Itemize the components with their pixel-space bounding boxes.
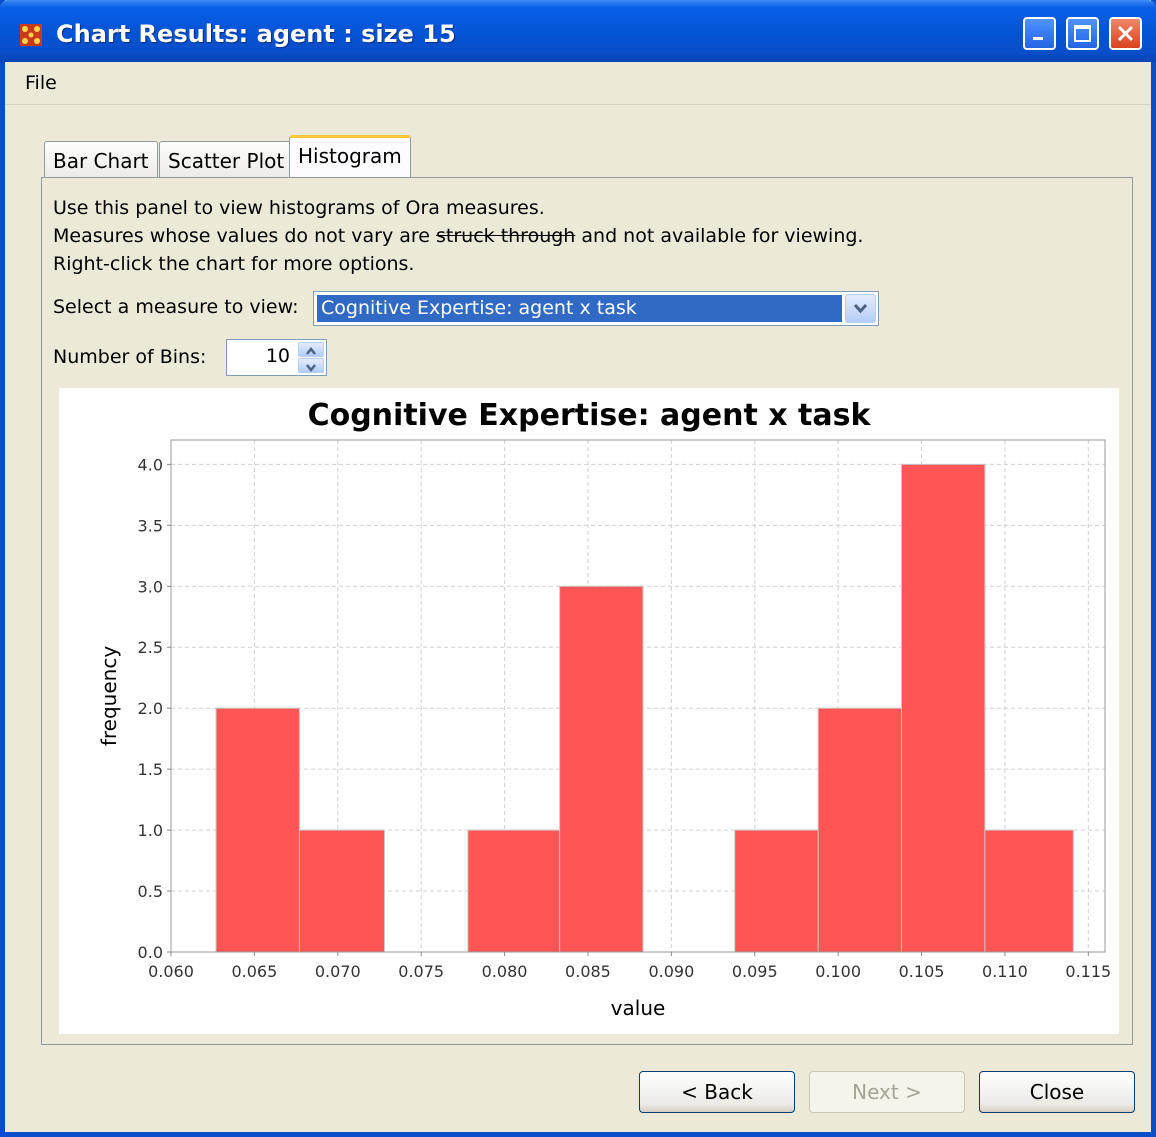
histogram-bar (467, 829, 561, 953)
histogram-bar (734, 829, 819, 953)
desc-line2-pre: Measures whose values do not vary are (53, 225, 436, 247)
y-tick-label: 3.5 (138, 516, 163, 535)
struck-through-example: struck through (436, 225, 576, 247)
x-tick-label: 0.065 (231, 962, 277, 981)
chevron-down-icon (306, 364, 316, 373)
histogram-bar (559, 585, 644, 953)
x-tick-label: 0.075 (398, 962, 444, 981)
histogram-bar (984, 829, 1074, 953)
y-tick-label: 2.5 (138, 638, 163, 657)
x-tick-label: 0.080 (482, 962, 528, 981)
chevron-up-icon (306, 346, 316, 355)
menu-file[interactable]: File (25, 72, 57, 94)
chevron-down-icon (853, 303, 868, 314)
bins-value: 10 (265, 345, 290, 367)
y-tick-label: 1.0 (138, 821, 163, 840)
x-tick-label: 0.100 (815, 962, 861, 981)
histogram-bar (817, 707, 903, 953)
histogram-bar (298, 829, 385, 953)
measure-select[interactable]: Cognitive Expertise: agent x task (313, 291, 879, 326)
minimize-icon (1033, 37, 1043, 40)
x-axis-label: value (611, 996, 666, 1020)
panel-description-line3: Right-click the chart for more options. (53, 253, 415, 275)
maximize-button[interactable] (1066, 17, 1099, 50)
x-tick-label: 0.060 (148, 962, 194, 981)
minimize-button[interactable] (1023, 17, 1056, 50)
y-tick-label: 2.0 (138, 699, 163, 718)
tab-scatter-plot[interactable]: Scatter Plot (159, 141, 294, 177)
x-tick-label: 0.085 (565, 962, 611, 981)
y-axis-label: frequency (97, 646, 121, 746)
tab-bar-chart[interactable]: Bar Chart (44, 141, 158, 177)
x-tick-label: 0.110 (982, 962, 1028, 981)
histogram-svg: Cognitive Expertise: agent x task 0.0 0.5… (97, 398, 1111, 1020)
window-title: Chart Results: agent : size 15 (56, 20, 456, 48)
title-bar[interactable]: Chart Results: agent : size 15 (0, 0, 1156, 62)
histogram-chart[interactable]: Cognitive Expertise: agent x task 0.0 0.5… (59, 388, 1119, 1034)
panel-description-line2: Measures whose values do not vary are st… (53, 225, 863, 247)
close-button[interactable]: Close (979, 1071, 1135, 1113)
maximize-icon (1074, 25, 1091, 42)
y-tick-label: 4.0 (138, 455, 163, 474)
x-tick-label: 0.070 (315, 962, 361, 981)
y-tick-label: 3.0 (138, 577, 163, 596)
select-measure-label: Select a measure to view: (53, 296, 299, 318)
x-tick-label: 0.090 (648, 962, 694, 981)
histogram-bar (215, 707, 300, 953)
next-button[interactable]: Next > (809, 1071, 965, 1113)
chart-title: Cognitive Expertise: agent x task (308, 398, 872, 433)
x-tick-label: 0.105 (899, 962, 945, 981)
chart-results-window: Chart Results: agent : size 15 File Bar … (0, 0, 1156, 1137)
x-tick-label: 0.095 (732, 962, 778, 981)
back-button[interactable]: < Back (639, 1071, 795, 1113)
panel-description-line1: Use this panel to view histograms of Ora… (53, 197, 545, 219)
close-window-button[interactable] (1109, 17, 1142, 50)
y-tick-label: 0.0 (138, 943, 163, 962)
y-tick-label: 0.5 (138, 882, 163, 901)
bins-spinner[interactable]: 10 (226, 339, 327, 376)
number-of-bins-label: Number of Bins: (53, 346, 207, 368)
bins-increment-button[interactable] (298, 342, 324, 357)
bins-decrement-button[interactable] (298, 358, 324, 373)
menu-bar: File (5, 62, 1151, 105)
x-tick-label: 0.115 (1065, 962, 1111, 981)
y-tick-label: 1.5 (138, 760, 163, 779)
ora-app-icon (20, 24, 42, 46)
close-icon (1117, 25, 1134, 42)
tab-histogram[interactable]: Histogram (289, 135, 411, 177)
measure-select-value: Cognitive Expertise: agent x task (317, 295, 842, 322)
measure-select-arrow[interactable] (845, 294, 876, 323)
histogram-bar (901, 463, 986, 953)
desc-line2-post: and not available for viewing. (575, 225, 864, 247)
